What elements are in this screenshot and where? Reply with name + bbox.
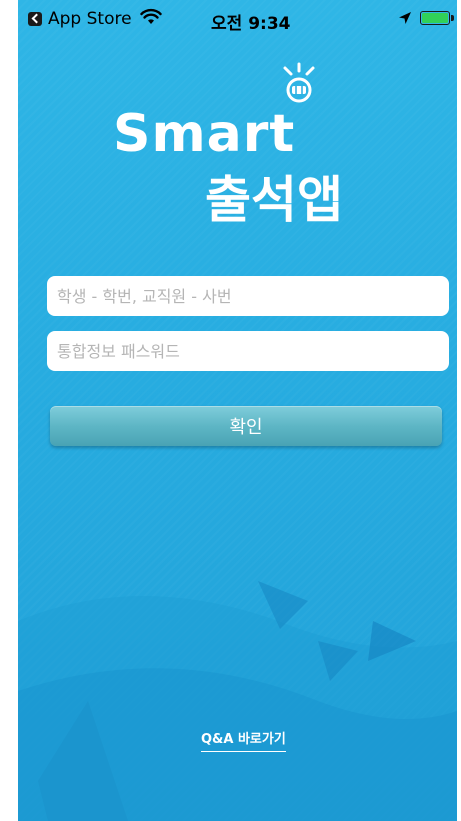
password-input[interactable] — [47, 331, 449, 371]
app-logo: Smart 출석앱 — [113, 62, 403, 229]
back-to-app-label[interactable]: App Store — [48, 9, 132, 29]
qa-link[interactable]: Q&A 바로가기 — [201, 728, 286, 752]
wifi-icon — [140, 8, 162, 24]
battery-icon — [420, 11, 454, 25]
lightbulb-icon — [283, 62, 315, 103]
status-time: 오전 9:34 — [211, 14, 291, 34]
app-screen: App Store 오전 9:34 Smart 출석앱 확인 — [18, 0, 457, 821]
location-arrow-icon — [399, 12, 411, 24]
student-id-input[interactable] — [47, 276, 449, 316]
confirm-button[interactable]: 확인 — [50, 406, 442, 446]
status-bar: App Store 오전 9:34 — [18, 0, 457, 40]
logo-smart-text: Smart — [113, 104, 296, 164]
logo-korean-text: 출석앱 — [205, 171, 343, 229]
back-arrow-icon[interactable] — [28, 12, 42, 26]
background-decoration — [18, 581, 457, 821]
